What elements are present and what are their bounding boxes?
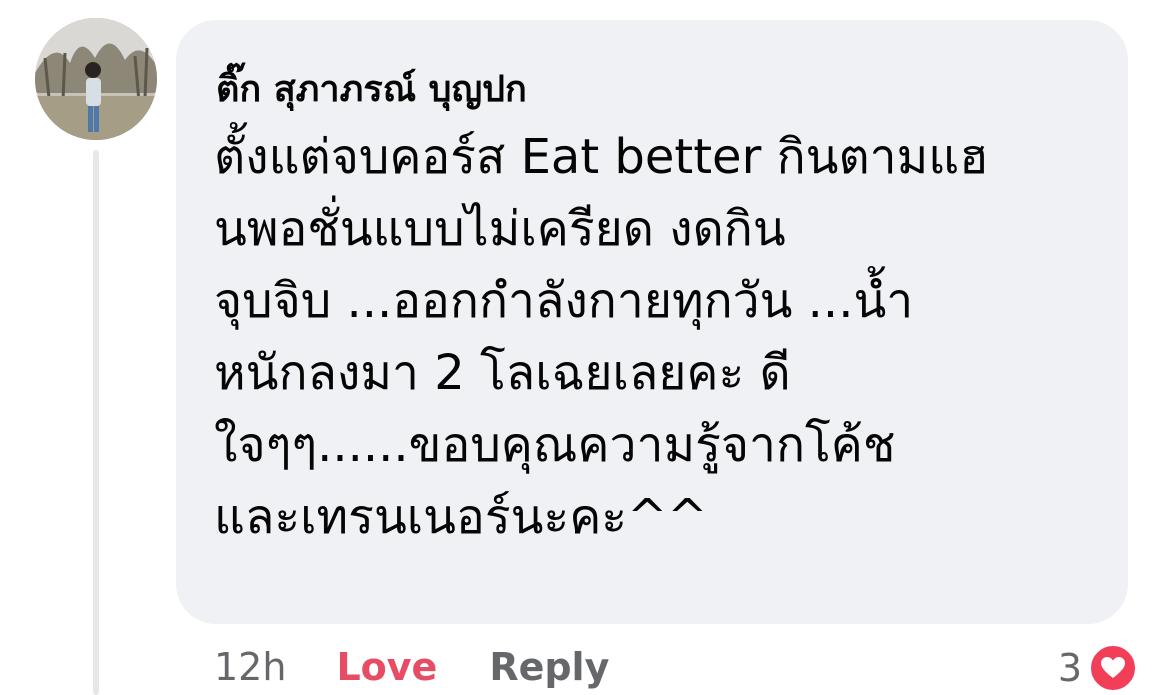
timestamp[interactable]: 12h — [214, 645, 286, 689]
reaction-summary[interactable]: 3 — [1058, 640, 1138, 695]
reply-button[interactable]: Reply — [489, 645, 609, 689]
reaction-count: 3 — [1057, 645, 1082, 690]
comment-line: จุบจิบ ...ออกกำลังกายทุกวัน ...น้ำ — [214, 273, 914, 329]
comment-line: นพอชั่นแบบไม่เครียด งดกิน — [214, 201, 786, 257]
comment-actions: 12h Love Reply — [214, 640, 609, 695]
comment-line: และเทรนเนอร์นะคะ^^ — [214, 489, 708, 545]
thread-line — [93, 150, 99, 695]
comment-bubble: ติ๊ก สุภาภรณ์ บุญปก ตั้งแต่จบคอร์ส Eat b… — [176, 20, 1128, 624]
comment-line: ใจๆๆ......ขอบคุณความรู้จากโค้ช — [214, 417, 896, 473]
comment-text: ตั้งแต่จบคอร์ส Eat better กินตามแฮ นพอชั… — [214, 121, 1104, 553]
love-button[interactable]: Love — [336, 645, 437, 689]
heart-icon — [1088, 642, 1138, 693]
author-name[interactable]: ติ๊ก สุภาภรณ์ บุญปก — [216, 60, 527, 117]
avatar[interactable] — [35, 18, 157, 140]
comment-line: หนักลงมา 2 โลเฉยเลยคะ ดี — [214, 345, 791, 401]
comment-line: ตั้งแต่จบคอร์ส Eat better กินตามแฮ — [214, 129, 989, 185]
comment-thread: ติ๊ก สุภาภรณ์ บุญปก ตั้งแต่จบคอร์ส Eat b… — [0, 0, 1170, 695]
